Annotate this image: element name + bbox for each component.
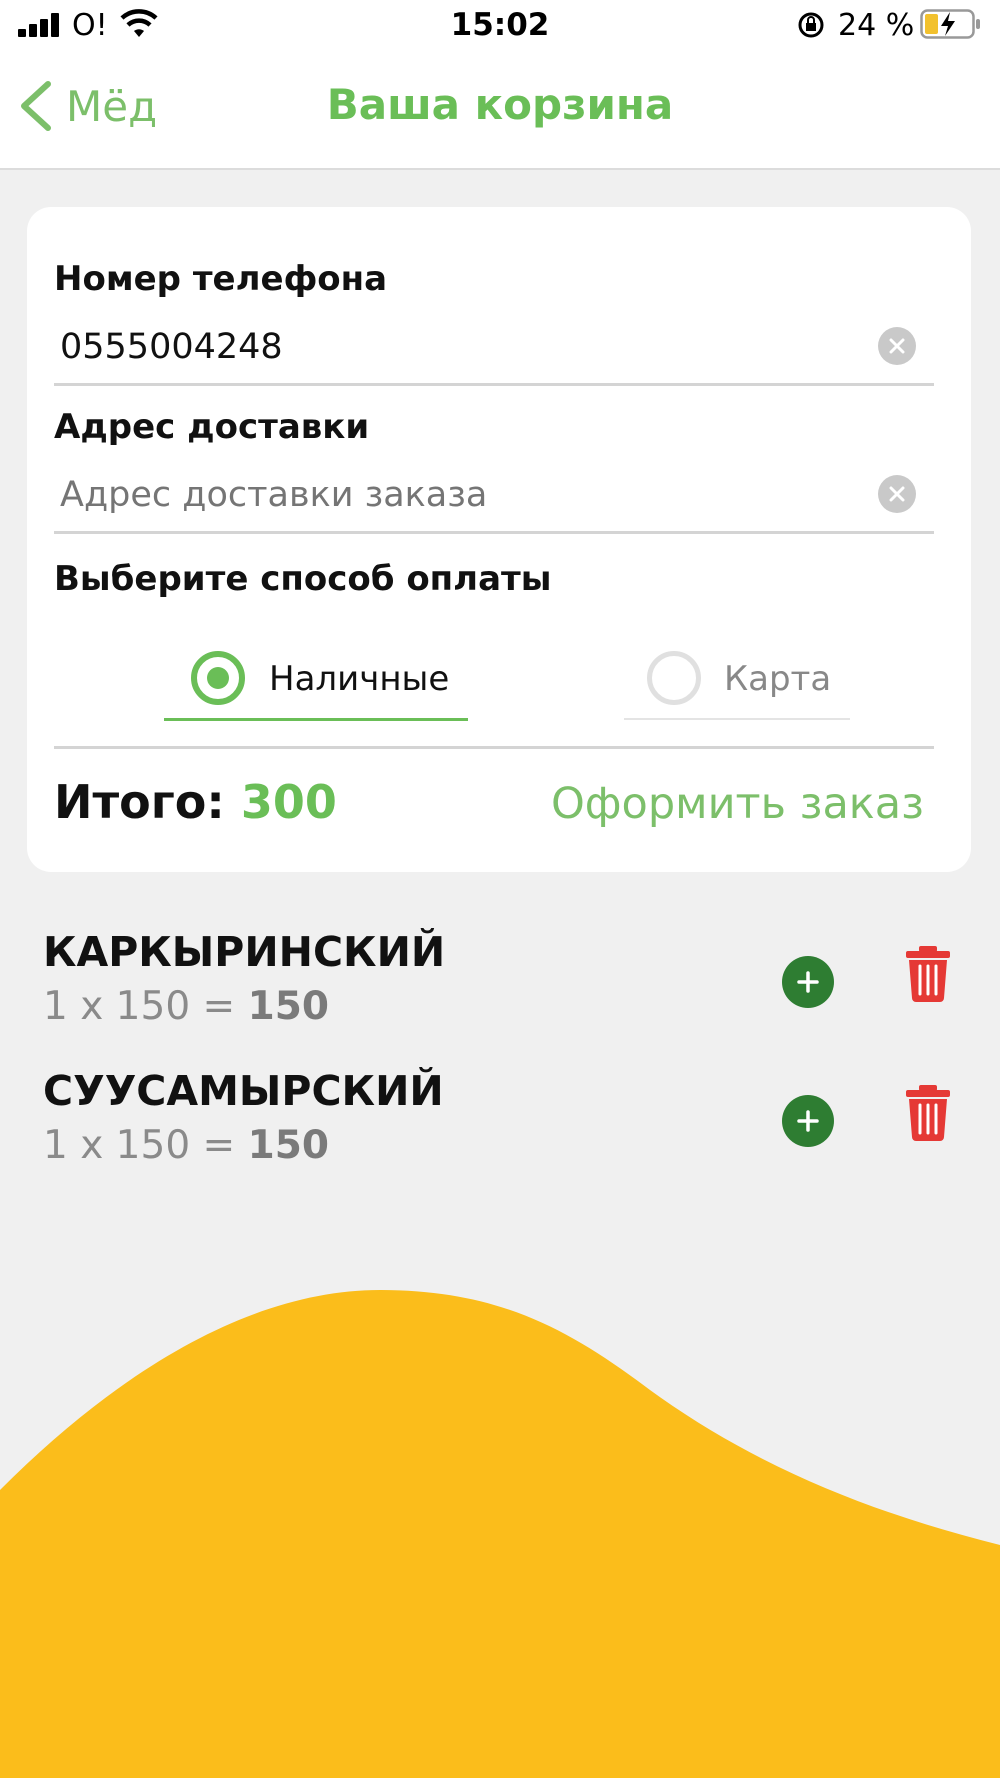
clear-icon (889, 486, 905, 502)
add-item-button[interactable] (782, 956, 834, 1008)
address-input[interactable] (60, 471, 860, 519)
radio-unselected-icon (647, 651, 701, 705)
item-price-calc: 1 x 150 = 150 (43, 1123, 329, 1168)
trash-icon[interactable] (904, 1085, 952, 1141)
item-name: СУУСАМЫРСКИЙ (43, 1067, 444, 1115)
item-subtotal: 150 (247, 1123, 330, 1168)
payment-option-cash[interactable]: Наличные (164, 641, 476, 721)
order-total: Итого: 300 (54, 775, 337, 829)
selected-tab-underline (164, 718, 468, 721)
cart-item: КАРКЫРИНСКИЙ 1 x 150 = 150 (0, 928, 1000, 1048)
plus-icon (797, 1110, 819, 1132)
payment-method-label: Выберите способ оплаты (54, 559, 552, 599)
add-item-button[interactable] (782, 1095, 834, 1147)
phone-label: Номер телефона (54, 259, 388, 299)
item-subtotal: 150 (247, 984, 330, 1029)
tab-underline (624, 718, 850, 720)
total-value: 300 (240, 775, 337, 829)
phone-input[interactable] (60, 323, 860, 371)
item-name: КАРКЫРИНСКИЙ (43, 928, 446, 976)
total-label: Итого: (54, 775, 225, 829)
address-clear-button[interactable] (878, 475, 916, 513)
clear-icon (889, 338, 905, 354)
item-price-calc: 1 x 150 = 150 (43, 984, 329, 1029)
address-label: Адрес доставки (54, 407, 370, 447)
battery-charging-icon (920, 9, 980, 39)
navigation-bar: Мёд Ваша корзина (0, 50, 1000, 170)
divider (54, 746, 934, 749)
address-field-row (54, 465, 934, 534)
payment-option-label: Карта (724, 659, 832, 699)
order-form-card: Номер телефона Адрес доставки Выберите с… (27, 207, 971, 872)
phone-clear-button[interactable] (878, 327, 916, 365)
cart-item: СУУСАМЫРСКИЙ 1 x 150 = 150 (0, 1067, 1000, 1187)
plus-icon (797, 971, 819, 993)
payment-option-label: Наличные (269, 659, 450, 699)
rotation-lock-icon (798, 12, 824, 38)
radio-selected-icon (191, 651, 245, 705)
checkout-button[interactable]: Оформить заказ (551, 779, 924, 829)
phone-field-row (54, 317, 934, 386)
page-title: Ваша корзина (326, 80, 674, 129)
payment-option-card[interactable]: Карта (624, 641, 854, 721)
battery-percent: 24 % (838, 8, 915, 43)
trash-icon[interactable] (904, 946, 952, 1002)
item-quantity-price: 1 x 150 = (43, 1123, 248, 1168)
status-bar: O! 15:02 24 % (0, 0, 1000, 50)
item-quantity-price: 1 x 150 = (43, 984, 248, 1029)
